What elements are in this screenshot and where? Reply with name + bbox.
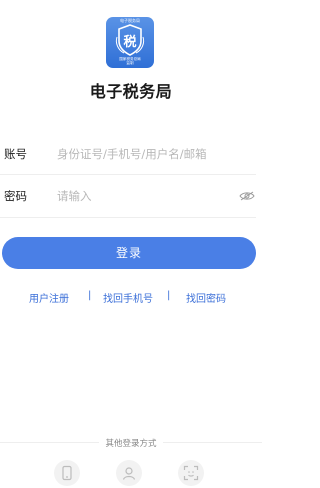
password-input[interactable] [57, 189, 237, 203]
face-recognition-login-button[interactable] [116, 460, 142, 486]
link-separator: | [167, 290, 171, 301]
account-input[interactable] [57, 147, 237, 161]
logo-bottom-text: 国家税务总局 监制 [119, 56, 141, 65]
password-label: 密码 [4, 189, 27, 203]
other-login-title-text: 其他登录方式 [99, 439, 163, 449]
account-divider [0, 174, 256, 175]
face-scan-login-button[interactable] [178, 460, 204, 486]
register-link[interactable]: 用户注册 [29, 290, 69, 305]
other-login-title: 其他登录方式 [0, 437, 262, 449]
account-label: 账号 [4, 147, 27, 161]
face-recognition-icon [122, 467, 136, 480]
password-divider [0, 217, 256, 218]
logo-top-text: 电子税务局 [120, 18, 140, 23]
find-password-link[interactable]: 找回密码 [186, 290, 226, 305]
auxiliary-links: 用户注册 | 找回手机号 | 找回密码 [0, 290, 262, 305]
phone-login-button[interactable] [54, 460, 80, 486]
eye-hidden-icon[interactable] [239, 191, 255, 201]
login-page: 电子税务局 税 国家税务总局 监制 电子税务局 账号 密码 登录 用户注册 | … [0, 0, 262, 488]
password-row: 密码 [0, 176, 262, 216]
logo-character: 税 [123, 35, 137, 50]
find-phone-link[interactable]: 找回手机号 [103, 290, 153, 305]
account-row: 账号 [0, 134, 262, 174]
tax-bureau-logo-icon: 电子税务局 税 国家税务总局 监制 [106, 17, 154, 68]
phone-icon [62, 465, 72, 481]
app-title: 电子税务局 [89, 82, 173, 101]
login-button[interactable]: 登录 [2, 237, 256, 269]
link-separator: | [88, 290, 92, 301]
face-scan-icon [183, 465, 199, 481]
